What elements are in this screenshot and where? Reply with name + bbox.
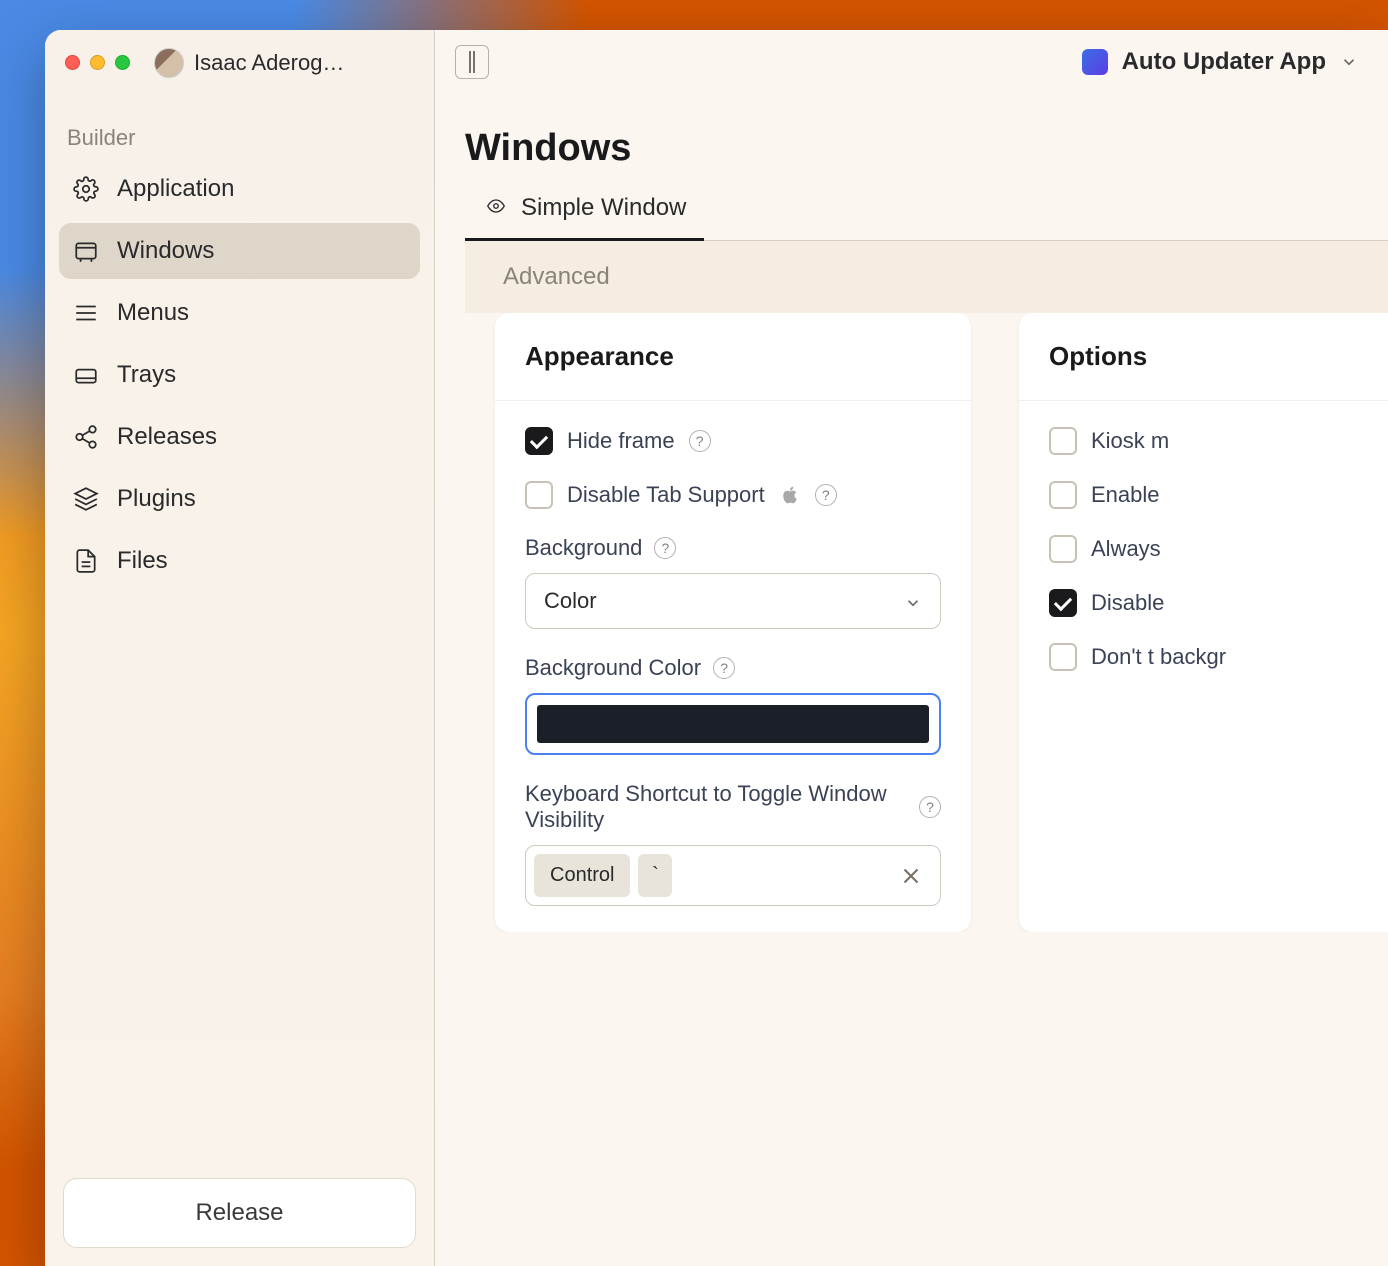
clear-shortcut-icon[interactable] [898, 863, 924, 889]
hide-frame-row: Hide frame ? [525, 427, 941, 455]
options-card: Options Kiosk m Enable Always [1019, 313, 1388, 932]
disable-tab-row: Disable Tab Support ? [525, 481, 941, 509]
sidebar-item-application[interactable]: Application [59, 161, 420, 217]
card-title: Appearance [495, 313, 971, 401]
sidebar-item-trays[interactable]: Trays [59, 347, 420, 403]
option-checkbox[interactable] [1049, 481, 1077, 509]
background-color-field: Background Color ? [525, 655, 941, 755]
menu-icon [73, 300, 99, 326]
option-row-kiosk: Kiosk m [1049, 427, 1388, 455]
sidebar-item-label: Application [117, 175, 234, 203]
help-icon[interactable]: ? [919, 796, 941, 818]
sidebar-item-label: Files [117, 547, 168, 575]
help-icon[interactable]: ? [689, 430, 711, 452]
cards-row: Appearance Hide frame ? Disable Tab Supp… [465, 313, 1388, 932]
tab-label: Simple Window [521, 194, 686, 222]
option-checkbox[interactable] [1049, 589, 1077, 617]
background-select[interactable]: Color [525, 573, 941, 629]
color-swatch [537, 705, 929, 743]
sidebar-footer: Release [45, 1160, 434, 1266]
app-name: Auto Updater App [1122, 48, 1326, 76]
gear-icon [73, 176, 99, 202]
hide-frame-label: Hide frame [567, 428, 675, 454]
shortcut-input[interactable]: Control ` [525, 845, 941, 906]
disable-tab-checkbox[interactable] [525, 481, 553, 509]
section-header: Advanced [465, 241, 1388, 313]
background-field: Background ? Color [525, 535, 941, 629]
main-content: Auto Updater App Windows Simple Window A… [435, 30, 1388, 1266]
user-name[interactable]: Isaac Aderog… [194, 50, 344, 76]
option-checkbox[interactable] [1049, 427, 1077, 455]
help-icon[interactable]: ? [815, 484, 837, 506]
appearance-card: Appearance Hide frame ? Disable Tab Supp… [495, 313, 971, 932]
app-window: Isaac Aderog… Builder Application Window… [45, 30, 1388, 1266]
disable-tab-label: Disable Tab Support [567, 482, 765, 508]
page-title: Windows [465, 127, 1388, 194]
topbar: Auto Updater App [435, 30, 1388, 95]
option-row-always: Always [1049, 535, 1388, 563]
release-button[interactable]: Release [63, 1178, 416, 1248]
shortcut-label: Keyboard Shortcut to Toggle Window Visib… [525, 781, 907, 833]
sidebar-item-menus[interactable]: Menus [59, 285, 420, 341]
sidebar-item-label: Menus [117, 299, 189, 327]
sidebar-item-plugins[interactable]: Plugins [59, 471, 420, 527]
card-title: Options [1019, 313, 1388, 401]
sidebar-item-label: Releases [117, 423, 217, 451]
shortcut-key: ` [638, 854, 672, 897]
option-label: Disable [1091, 590, 1164, 616]
layers-icon [73, 486, 99, 512]
sidebar-item-files[interactable]: Files [59, 533, 420, 589]
sidebar: Isaac Aderog… Builder Application Window… [45, 30, 435, 1266]
panel-toggle-icon[interactable] [455, 45, 489, 79]
shortcut-field: Keyboard Shortcut to Toggle Window Visib… [525, 781, 941, 906]
background-color-label: Background Color [525, 655, 701, 681]
background-label: Background [525, 535, 642, 561]
minimize-button[interactable] [90, 55, 105, 70]
share-icon [73, 424, 99, 450]
apple-icon [779, 484, 801, 506]
sidebar-nav: Application Windows Menus Trays [45, 161, 434, 589]
sidebar-section-label: Builder [45, 95, 434, 161]
app-switcher[interactable]: Auto Updater App [1072, 42, 1368, 82]
hide-frame-checkbox[interactable] [525, 427, 553, 455]
shortcut-key-modifier: Control [534, 854, 630, 897]
sidebar-item-windows[interactable]: Windows [59, 223, 420, 279]
chevron-down-icon [1340, 53, 1358, 71]
page-content: Windows Simple Window Advanced Appearanc… [435, 95, 1388, 1266]
file-icon [73, 548, 99, 574]
window-icon [73, 238, 99, 264]
option-checkbox[interactable] [1049, 535, 1077, 563]
select-value: Color [544, 588, 597, 614]
avatar[interactable] [154, 48, 184, 78]
titlebar: Isaac Aderog… [45, 30, 434, 95]
tabs: Simple Window [465, 194, 1388, 241]
help-icon[interactable]: ? [713, 657, 735, 679]
sidebar-item-label: Plugins [117, 485, 196, 513]
sidebar-item-label: Trays [117, 361, 176, 389]
close-button[interactable] [65, 55, 80, 70]
option-label: Always [1091, 536, 1161, 562]
app-icon [1082, 49, 1108, 75]
option-label: Kiosk m [1091, 428, 1169, 454]
window-controls [65, 55, 130, 70]
option-row-dont: Don't t backgr [1049, 643, 1388, 671]
tray-icon [73, 362, 99, 388]
option-label: Don't t backgr [1091, 644, 1226, 670]
sidebar-item-label: Windows [117, 237, 214, 265]
tab-simple-window[interactable]: Simple Window [465, 194, 704, 241]
eye-icon [483, 194, 509, 222]
maximize-button[interactable] [115, 55, 130, 70]
chevron-down-icon [904, 592, 922, 610]
background-color-input[interactable] [525, 693, 941, 755]
help-icon[interactable]: ? [654, 537, 676, 559]
option-row-enable: Enable [1049, 481, 1388, 509]
option-label: Enable [1091, 482, 1160, 508]
sidebar-item-releases[interactable]: Releases [59, 409, 420, 465]
option-checkbox[interactable] [1049, 643, 1077, 671]
option-row-disable: Disable [1049, 589, 1388, 617]
